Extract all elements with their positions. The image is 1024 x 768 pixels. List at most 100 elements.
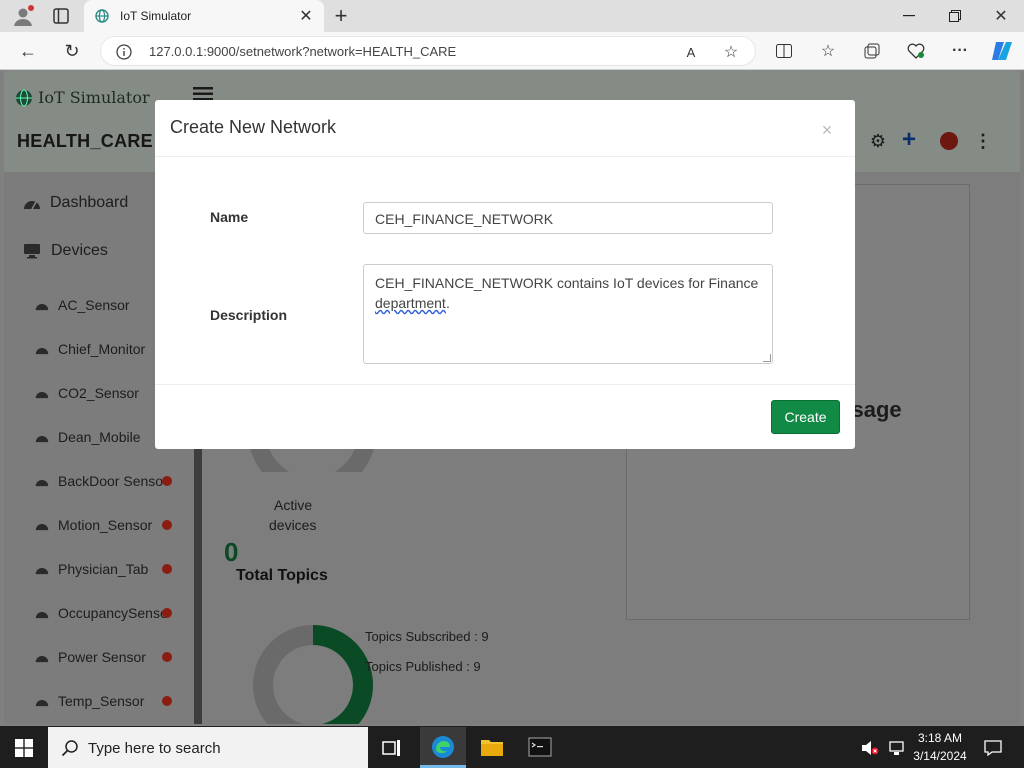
description-misspelled-word: department [375,295,446,311]
dashboard-icon [22,194,42,212]
device-status-dot [162,520,172,530]
description-line-2-rest: . [446,295,450,311]
app-brand: IoT Simulator [38,88,150,107]
more-icon[interactable]: ··· [948,40,972,62]
sidebar-device-label: AC_Sensor [58,297,130,313]
resize-handle-icon[interactable] [763,354,771,362]
globe-logo-icon [14,88,34,108]
name-label: Name [210,209,249,225]
active-devices-label: devices [269,517,317,533]
topics-subscribed: Topics Subscribed : 9 [365,629,489,644]
modal-close-icon[interactable]: × [819,120,835,140]
sidebar-device-item[interactable]: Temp_Sensor [4,686,194,716]
sidebar-device-item[interactable]: Motion_Sensor [4,510,194,540]
file-explorer-icon[interactable] [479,735,505,759]
active-devices-label: Active [274,497,313,513]
status-record-icon[interactable] [940,132,958,150]
total-topics-count: 0 [224,537,239,567]
favorite-star-icon[interactable]: ☆ [721,42,741,62]
profile-icon[interactable] [10,4,36,28]
dashboard-icon [34,562,50,576]
sidebar-device-label: BackDoor Senso [58,473,164,489]
copilot-icon[interactable] [988,38,1016,64]
sidebar-device-label: CO2_Sensor [58,385,139,401]
browser-essentials-icon[interactable] [904,40,928,62]
terminal-icon[interactable] [527,735,553,759]
create-button[interactable]: Create [771,400,840,434]
globe-favicon-icon [94,8,110,24]
monitor-icon [22,242,42,260]
taskbar-search-box[interactable]: Type here to search [48,727,368,768]
task-view-icon[interactable] [380,736,404,760]
minimize-icon[interactable] [896,4,922,28]
add-device-icon[interactable]: + [898,126,920,153]
description-field[interactable]: CEH_FINANCE_NETWORK contains IoT devices… [363,264,773,364]
sidebar-device-item[interactable]: Physician_Tab [4,554,194,584]
sidebar-device-item[interactable]: BackDoor Senso [4,466,194,496]
sidebar-device-label: Power Sensor [58,649,146,665]
close-tab-icon[interactable]: ✕ [298,8,314,25]
taskbar-date[interactable]: 3/14/2024 [910,749,970,763]
name-field[interactable]: CEH_FINANCE_NETWORK [363,202,773,234]
dashboard-icon [34,650,50,664]
sidebar-device-label: Motion_Sensor [58,517,153,533]
restore-icon[interactable] [942,4,968,28]
description-label: Description [210,307,288,323]
url-text: 127.0.0.1:9000/setnetwork?network=HEALTH… [149,44,457,59]
sidebar-device-label: Dean_Mobile [58,429,141,445]
sidebar-device-label: Temp_Sensor [58,693,145,709]
modal-footer-divider [155,384,855,385]
topics-donut-arc [312,625,373,724]
notifications-icon[interactable] [982,738,1004,758]
edge-browser-icon[interactable] [430,734,456,760]
new-tab-icon[interactable]: + [330,3,352,28]
sidebar-device-label: OccupancySense [58,605,168,621]
modal-header-divider [155,156,855,157]
sidebar-device-item[interactable]: OccupancySense [4,598,194,628]
sidebar-item-label: Dashboard [50,194,129,211]
device-status-dot [162,652,172,662]
topics-published: Topics Published : 9 [365,659,481,674]
back-icon[interactable]: ← [16,40,40,62]
windows-start-icon[interactable] [14,738,34,758]
dashboard-icon [34,386,50,400]
dashboard-icon [34,694,50,708]
favorites-icon[interactable]: ☆ [816,40,840,62]
tab-title: IoT Simulator [120,9,192,23]
topics-donut [253,625,373,724]
site-info-icon[interactable] [115,43,133,61]
device-status-dot [162,608,172,618]
dashboard-icon [34,298,50,312]
kebab-menu-icon[interactable]: ⋮ [974,130,992,152]
sidebar-device-label: Chief_Monitor [58,341,146,357]
dashboard-icon [34,342,50,356]
dashboard-icon [34,430,50,444]
network-icon[interactable] [886,738,906,758]
dashboard-icon [34,606,50,620]
network-name: HEALTH_CARE [17,131,153,151]
dashboard-icon [34,518,50,532]
close-window-icon[interactable]: ✕ [988,4,1014,28]
description-line-1: CEH_FINANCE_NETWORK contains IoT devices… [375,275,759,291]
tab-actions-icon[interactable] [48,4,74,28]
modal-title: Create New Network [170,117,337,137]
read-aloud-icon[interactable]: A [681,42,701,62]
taskbar-time[interactable]: 3:18 AM [916,731,964,745]
search-placeholder: Type here to search [88,740,221,757]
split-screen-icon[interactable] [772,40,796,62]
search-icon [60,738,80,758]
device-status-dot [162,476,172,486]
sidebar-device-item[interactable]: Power Sensor [4,642,194,672]
browser-tab[interactable]: IoT Simulator ✕ [84,0,324,32]
refresh-icon[interactable]: ↻ [60,40,84,62]
settings-gear-icon[interactable]: ⚙ [868,130,888,152]
name-field-value: CEH_FINANCE_NETWORK [375,211,554,227]
address-bar[interactable]: 127.0.0.1:9000/setnetwork?network=HEALTH… [100,36,756,66]
device-status-dot [162,564,172,574]
create-network-modal: Create New Network × Name CEH_FINANCE_NE… [155,100,855,449]
total-topics-label: Total Topics [236,567,328,584]
volume-muted-icon[interactable] [860,738,880,758]
collections-icon[interactable] [860,40,884,62]
dashboard-icon [34,474,50,488]
sidebar-item-label: Devices [51,242,108,259]
